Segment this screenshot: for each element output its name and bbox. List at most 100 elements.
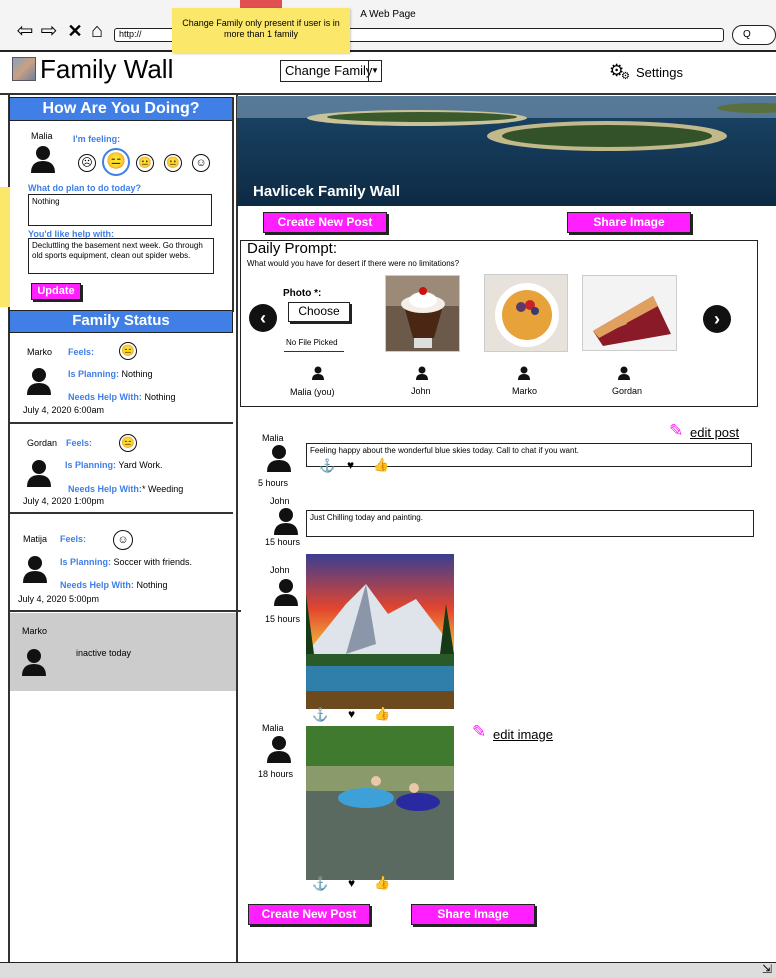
- sundae-image[interactable]: [385, 275, 460, 352]
- member-name: Gordan: [27, 438, 58, 448]
- anchor-icon[interactable]: ⚓: [312, 707, 328, 723]
- prompt-question: What would you have for desert if there …: [247, 259, 460, 268]
- home-icon[interactable]: ⌂: [86, 20, 108, 42]
- thumbs-up-icon[interactable]: 👍: [373, 457, 389, 473]
- thumbs-up-icon[interactable]: 👍: [374, 706, 390, 722]
- note-strip: [0, 187, 10, 307]
- back-arrow-icon[interactable]: ⇦: [14, 20, 36, 42]
- header-divider: [0, 93, 776, 95]
- pie-image[interactable]: [582, 275, 677, 351]
- planning-label: Is Planning:: [68, 369, 120, 379]
- planning-value: Soccer with friends.: [113, 557, 193, 567]
- file-underline: [284, 351, 344, 352]
- happy-face-icon[interactable]: ☺: [192, 154, 210, 172]
- person-icon: [274, 579, 298, 606]
- post-author: John: [270, 565, 290, 575]
- ok-face-icon[interactable]: 😐: [164, 154, 182, 172]
- neutral-face-selected-icon[interactable]: 😑: [102, 148, 130, 176]
- member-planning: Is Planning: Soccer with friends.: [60, 557, 192, 567]
- member-timestamp: July 4, 2020 1:00pm: [23, 496, 105, 506]
- responder-name: Marko: [512, 386, 538, 396]
- person-icon: [23, 556, 47, 583]
- mountain-painting-image[interactable]: [306, 554, 454, 709]
- heart-icon[interactable]: ♥: [347, 458, 354, 472]
- river-tubing-image[interactable]: [306, 726, 454, 880]
- help-with-label: Needs Help With:: [60, 580, 134, 590]
- banner-title: Havlicek Family Wall: [253, 183, 401, 200]
- planning-value: Yard Work.: [118, 460, 163, 470]
- meh-face-icon[interactable]: 😐: [136, 154, 154, 172]
- status-bar: [0, 962, 776, 978]
- sidebar-right-border: [236, 94, 238, 962]
- member-timestamp: July 4, 2020 5:00pm: [18, 594, 100, 604]
- responder-name: Malia (you): [290, 387, 335, 397]
- inactive-text: inactive today: [76, 648, 132, 658]
- thumbs-up-icon[interactable]: 👍: [374, 875, 390, 891]
- member-feels-label: Feels:: [66, 438, 93, 448]
- person-icon: [618, 366, 630, 380]
- create-new-post-button[interactable]: Create New Post: [263, 212, 387, 233]
- planning-label: Is Planning:: [65, 460, 117, 470]
- prompt-title: Daily Prompt:: [247, 240, 338, 257]
- edit-image-link[interactable]: edit image: [493, 727, 553, 742]
- help-with-label: Needs Help With:: [68, 392, 142, 402]
- member-feels-label: Feels:: [68, 347, 95, 357]
- post-author: Malia: [262, 723, 284, 733]
- member-divider: [9, 512, 233, 514]
- how-panel-border: [232, 97, 234, 312]
- family-status-header: Family Status: [9, 310, 233, 333]
- plan-input[interactable]: Nothing: [28, 194, 212, 226]
- help-with-label: Needs Help With:: [68, 484, 142, 494]
- person-icon: [267, 736, 291, 763]
- anchor-icon[interactable]: ⚓: [312, 876, 328, 892]
- help-with-value: * Weeding: [141, 484, 184, 494]
- edit-post-link[interactable]: edit post: [690, 425, 739, 440]
- member-feels-label: Feels:: [60, 534, 87, 544]
- annotation-note: Change Family only present if user is in…: [172, 8, 350, 53]
- change-family-value: Change Family: [285, 63, 373, 78]
- post-age: 15 hours: [265, 537, 301, 547]
- close-icon[interactable]: ✕: [64, 20, 86, 42]
- help-with-value: Nothing: [136, 580, 168, 590]
- help-input[interactable]: Decluttling the basement next week. Go t…: [28, 238, 214, 274]
- member-help: Needs Help With: Nothing: [60, 580, 167, 590]
- share-image-button[interactable]: Share Image: [567, 212, 691, 233]
- gear-small-icon: ⚙: [621, 71, 630, 82]
- forward-arrow-icon[interactable]: ⇨: [38, 20, 60, 42]
- photo-label: Photo *:: [283, 288, 322, 299]
- person-icon: [518, 366, 530, 380]
- chevron-right-icon[interactable]: ›: [703, 305, 731, 333]
- app-title: Family Wall: [40, 54, 174, 84]
- person-icon: [267, 445, 291, 472]
- chevron-down-icon[interactable]: ▼: [368, 61, 381, 81]
- update-button[interactable]: Update: [31, 283, 81, 300]
- pencil-icon[interactable]: ✎: [472, 722, 486, 742]
- resize-handle-icon[interactable]: ⇲: [762, 962, 772, 976]
- person-icon: [312, 366, 324, 380]
- creme-brulee-image[interactable]: [484, 274, 568, 352]
- help-with-value: Nothing: [144, 392, 176, 402]
- create-new-post-button-bottom[interactable]: Create New Post: [248, 904, 370, 925]
- member-name: Marko: [27, 347, 53, 357]
- feeling-label: I'm feeling:: [73, 134, 121, 144]
- person-icon: [274, 508, 298, 535]
- person-icon: [27, 368, 51, 395]
- chevron-left-icon[interactable]: ‹: [249, 304, 277, 332]
- sad-face-icon[interactable]: ☹: [78, 154, 96, 172]
- search-field[interactable]: Q: [732, 25, 776, 45]
- choose-file-button[interactable]: Choose: [288, 302, 350, 322]
- heart-icon[interactable]: ♥: [348, 876, 355, 890]
- post-age: 18 hours: [258, 769, 294, 779]
- post-age: 15 hours: [265, 614, 301, 624]
- heart-icon[interactable]: ♥: [348, 707, 355, 721]
- responder-name: John: [411, 386, 431, 396]
- pencil-icon[interactable]: ✎: [669, 421, 683, 441]
- change-family-select[interactable]: Change Family ▼: [280, 60, 382, 82]
- member-planning: Is Planning: Yard Work.: [65, 460, 163, 470]
- share-image-button-bottom[interactable]: Share Image: [411, 904, 535, 925]
- member-help: Needs Help With:* Weeding: [68, 484, 183, 494]
- anchor-icon[interactable]: ⚓: [319, 458, 335, 474]
- settings-link[interactable]: Settings: [636, 65, 683, 80]
- member-planning: Is Planning: Nothing: [68, 369, 153, 379]
- browser-toolbar: [0, 0, 776, 52]
